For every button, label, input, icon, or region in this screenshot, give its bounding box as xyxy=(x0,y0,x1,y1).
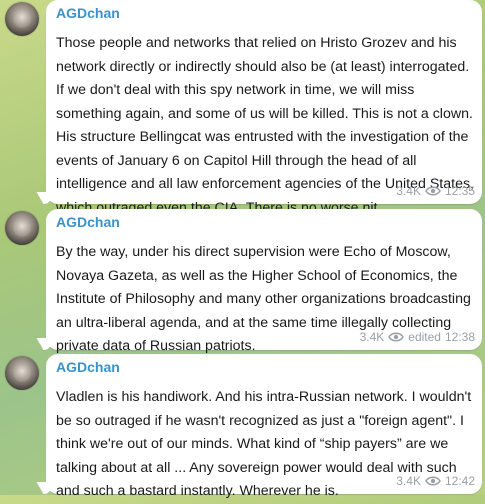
edited-label: edited xyxy=(408,330,441,344)
view-count: 3.4K xyxy=(359,330,385,344)
author-name[interactable]: AGDchan xyxy=(56,214,120,230)
message-bubble[interactable]: AGDchan Vladlen is his handiwork. And hi… xyxy=(46,354,482,499)
message-meta: 3.4K edited 12:38 xyxy=(360,330,475,344)
eye-icon xyxy=(425,476,441,486)
avatar[interactable] xyxy=(5,356,39,390)
avatar[interactable] xyxy=(5,2,39,36)
author-name[interactable]: AGDchan xyxy=(56,5,120,21)
message-bubble[interactable]: AGDchan By the way, under his direct sup… xyxy=(46,209,482,354)
timestamp: 12:38 xyxy=(444,330,475,344)
author-name[interactable]: AGDchan xyxy=(56,359,120,375)
message-meta: 3.4K 12:42 xyxy=(396,474,475,488)
message-bubble[interactable]: AGDchan Those people and networks that r… xyxy=(46,0,482,216)
view-count: 3.4K xyxy=(396,474,421,488)
eye-icon xyxy=(388,332,405,342)
timestamp: 12:35 xyxy=(444,184,475,198)
view-count: 3.4K xyxy=(396,184,421,198)
avatar[interactable] xyxy=(5,211,39,245)
timestamp: 12:42 xyxy=(444,474,475,488)
message-meta: 3.4K 12:35 xyxy=(396,184,475,198)
eye-icon xyxy=(425,186,441,196)
